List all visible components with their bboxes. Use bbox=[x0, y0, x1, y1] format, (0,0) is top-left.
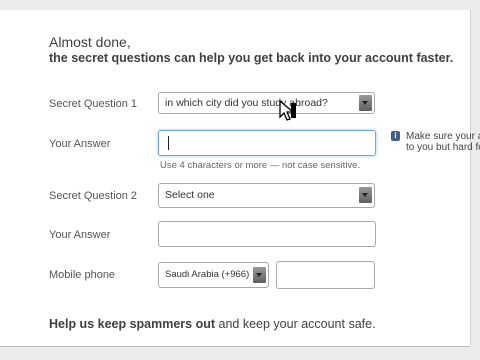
chevron-down-icon[interactable] bbox=[253, 267, 266, 283]
secret-question-1-value: in which city did you study abroad? bbox=[165, 97, 328, 109]
chevron-down-icon[interactable] bbox=[359, 95, 372, 111]
tip-line-2: to you but hard for bbox=[406, 142, 480, 153]
page-title: Almost done, bbox=[49, 34, 131, 50]
panel-divider bbox=[470, 10, 471, 346]
info-icon: i bbox=[391, 131, 400, 141]
answer-1-label: Your Answer bbox=[49, 138, 111, 150]
country-code-select[interactable]: Saudi Arabia (+966) bbox=[158, 262, 269, 288]
text-caret bbox=[168, 136, 169, 150]
secret-question-1-label: Secret Question 1 bbox=[49, 98, 138, 110]
chevron-down-icon[interactable] bbox=[359, 187, 372, 203]
country-code-value: Saudi Arabia (+966) bbox=[165, 269, 250, 280]
secret-question-2-label: Secret Question 2 bbox=[49, 190, 138, 202]
answer-2-label: Your Answer bbox=[49, 229, 111, 241]
page-subtitle: the secret questions can help you get ba… bbox=[49, 51, 454, 65]
mobile-phone-label: Mobile phone bbox=[49, 269, 116, 281]
secret-question-2-select[interactable]: Select one bbox=[158, 183, 375, 208]
captcha-heading-strong: Help us keep spammers out bbox=[49, 317, 216, 331]
answer-2-input[interactable] bbox=[158, 221, 376, 247]
mobile-phone-input[interactable] bbox=[276, 261, 375, 289]
tip-line-1: Make sure your am bbox=[406, 131, 480, 142]
captcha-section-heading: Help us keep spammers out and keep your … bbox=[49, 317, 376, 331]
answer-1-input[interactable] bbox=[158, 130, 376, 156]
secret-question-1-select[interactable]: in which city did you study abroad? bbox=[158, 92, 375, 114]
secret-question-2-value: Select one bbox=[165, 189, 215, 201]
bottom-divider bbox=[0, 346, 470, 347]
captcha-heading-rest: and keep your account safe. bbox=[215, 317, 376, 331]
answer-1-hint: Use 4 characters or more — not case sens… bbox=[160, 160, 361, 171]
mouse-pointer-icon bbox=[279, 100, 296, 121]
